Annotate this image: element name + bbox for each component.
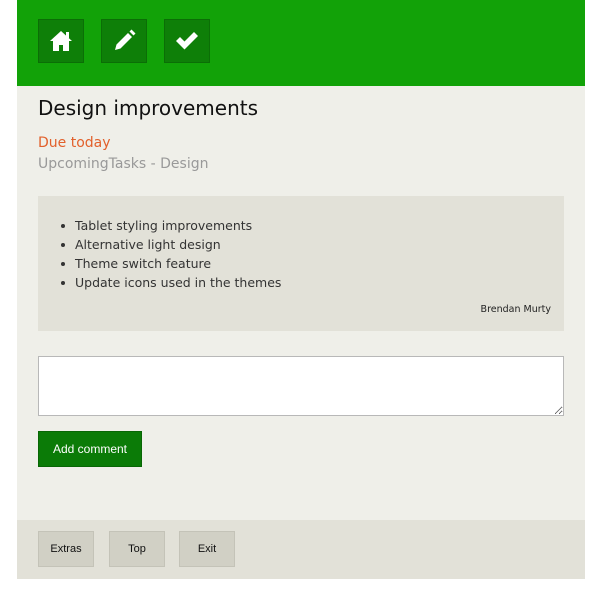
pencil-icon bbox=[115, 29, 136, 50]
home-button[interactable] bbox=[38, 19, 84, 63]
project-path: UpcomingTasks - Design bbox=[38, 156, 209, 172]
list-item: Alternative light design bbox=[60, 235, 281, 254]
home-icon bbox=[50, 31, 72, 51]
description-list: Tablet styling improvements Alternative … bbox=[60, 216, 282, 292]
task-description: Tablet styling improvements Alternative … bbox=[38, 196, 564, 331]
due-date: Due today bbox=[38, 135, 111, 151]
task-title: Design improvements bbox=[38, 96, 259, 120]
list-item: Tablet styling improvements bbox=[60, 216, 281, 235]
top-toolbar bbox=[17, 0, 585, 86]
extras-button[interactable]: Extras bbox=[38, 531, 94, 567]
exit-button[interactable]: Exit bbox=[179, 531, 235, 567]
list-item: Update icons used in the themes bbox=[60, 275, 282, 290]
comment-input[interactable] bbox=[38, 356, 564, 416]
top-button[interactable]: Top bbox=[109, 531, 165, 567]
app-container: Design improvements Due today UpcomingTa… bbox=[17, 0, 585, 579]
complete-button[interactable] bbox=[164, 19, 210, 63]
author-name: Brendan Murty bbox=[480, 304, 551, 315]
footer-bar: Extras Top Exit bbox=[17, 520, 585, 579]
list-item: Theme switch feature bbox=[60, 254, 281, 273]
edit-button[interactable] bbox=[101, 19, 147, 63]
add-comment-button[interactable]: Add comment bbox=[38, 431, 142, 467]
check-icon bbox=[176, 32, 198, 50]
